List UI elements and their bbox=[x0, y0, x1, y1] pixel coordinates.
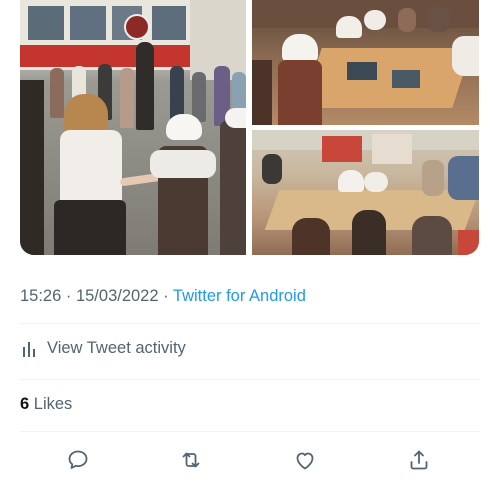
tweet-source-link[interactable]: Twitter for Android bbox=[173, 287, 306, 305]
child-white-sleeves bbox=[150, 150, 216, 178]
child-figure bbox=[448, 156, 479, 200]
activity-sheet bbox=[392, 70, 420, 88]
retweet-arrows-icon bbox=[182, 452, 200, 468]
likes-label: Likes bbox=[33, 395, 73, 413]
like-button[interactable] bbox=[290, 445, 320, 475]
child-bonnet bbox=[166, 114, 202, 140]
tweet-photo-classroom-desks[interactable] bbox=[252, 130, 479, 255]
classroom-ceiling bbox=[252, 130, 479, 150]
activity-sheet bbox=[347, 62, 377, 80]
tweet-timestamp[interactable]: 15:26 · 15/03/2022 bbox=[20, 287, 159, 305]
wall-display bbox=[372, 134, 412, 164]
tweet-action-bar bbox=[20, 440, 479, 480]
divider bbox=[20, 431, 479, 432]
tweet-timestamp-row: 15:26 · 15/03/2022 · Twitter for Android bbox=[20, 287, 306, 306]
retweet-button[interactable] bbox=[176, 445, 206, 475]
child-figure bbox=[20, 80, 44, 255]
child-white-blouse bbox=[60, 130, 122, 204]
view-tweet-activity-label: View Tweet activity bbox=[47, 339, 186, 357]
child-figure bbox=[262, 154, 282, 184]
child-figure bbox=[428, 6, 450, 32]
child-figure bbox=[422, 160, 444, 196]
child-figure bbox=[50, 68, 64, 118]
child-figure bbox=[398, 8, 416, 32]
building-window bbox=[28, 6, 64, 40]
child-bonnet bbox=[225, 108, 246, 128]
bar-chart-icon bbox=[20, 340, 38, 358]
tweet-photo-playground[interactable] bbox=[20, 0, 246, 255]
child-bonnet bbox=[336, 16, 362, 38]
adult-figure bbox=[136, 42, 154, 130]
child-skirt bbox=[54, 200, 126, 255]
meta-separator: · bbox=[158, 287, 173, 305]
child-bonnet bbox=[364, 10, 386, 30]
child-figure bbox=[452, 36, 479, 76]
wall-display bbox=[322, 136, 362, 162]
child-hair bbox=[64, 94, 108, 134]
speech-bubble-icon bbox=[68, 450, 88, 469]
child-figure bbox=[352, 210, 386, 255]
child-bonnet bbox=[338, 170, 364, 192]
building-window bbox=[70, 6, 106, 40]
child-bonnet bbox=[282, 34, 318, 62]
child-figure bbox=[220, 120, 246, 255]
child-figure bbox=[192, 72, 206, 122]
child-figure bbox=[252, 60, 272, 125]
share-upload-icon bbox=[410, 450, 428, 470]
view-tweet-activity-link[interactable]: View Tweet activity bbox=[20, 339, 186, 358]
child-figure bbox=[412, 216, 452, 255]
child-bonnet bbox=[364, 172, 388, 192]
share-button[interactable] bbox=[404, 445, 434, 475]
classroom-table bbox=[302, 48, 472, 108]
divider bbox=[20, 379, 479, 380]
child-figure bbox=[458, 230, 479, 255]
tweet-media-grid bbox=[20, 0, 479, 255]
likes-count-link[interactable]: 6 Likes bbox=[20, 395, 72, 414]
child-figure bbox=[120, 68, 134, 128]
wall-emblem bbox=[124, 14, 150, 40]
likes-count: 6 bbox=[20, 395, 30, 413]
reply-button[interactable] bbox=[63, 445, 93, 475]
child-figure bbox=[278, 60, 322, 125]
heart-icon bbox=[296, 452, 314, 470]
child-figure bbox=[292, 218, 330, 255]
tweet-photo-classroom-table[interactable] bbox=[252, 0, 479, 125]
building-window bbox=[152, 6, 186, 40]
divider bbox=[20, 323, 479, 324]
